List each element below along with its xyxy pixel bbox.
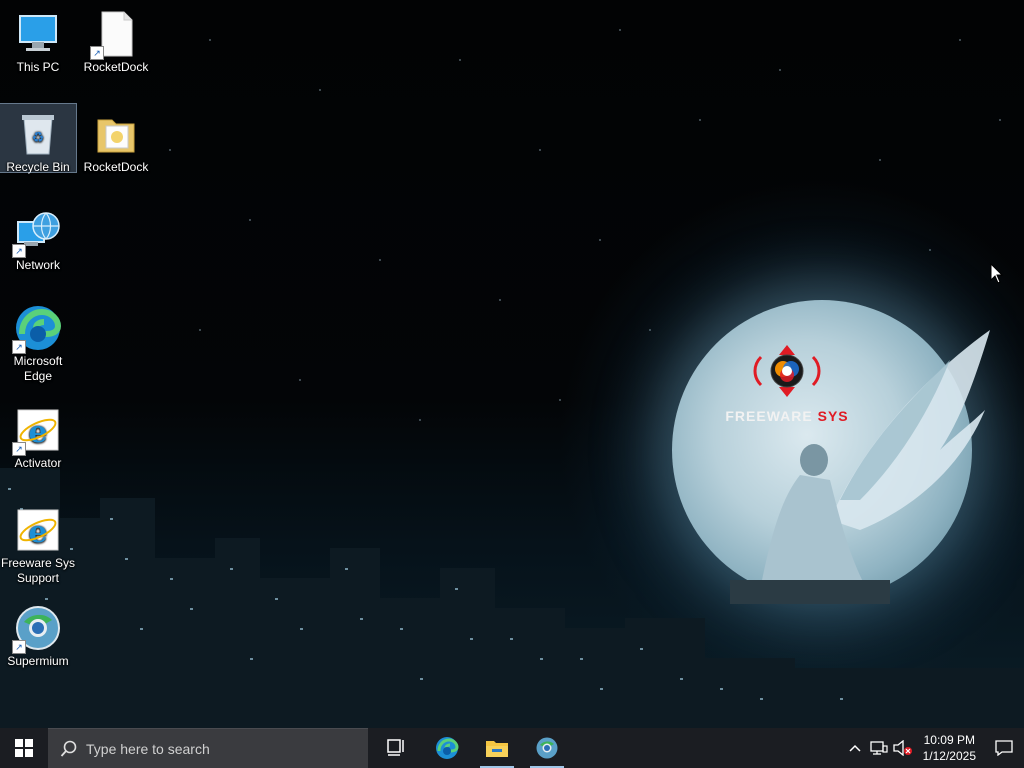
svg-text:♻: ♻ [32,130,45,146]
taskbar-clock[interactable]: 10:09 PM 1/12/2025 [915,732,984,764]
shortcut-arrow-icon: ↗ [12,442,26,456]
shortcut-arrow-icon: ↗ [90,46,104,60]
desktop-icon-this-pc[interactable]: This PC [0,4,76,75]
shortcut-arrow-icon: ↗ [12,640,26,654]
chevron-up-icon [849,744,861,752]
taskbar-supermium-button[interactable] [522,728,572,768]
desktop-icon-label: Freeware Sys Support [0,556,76,585]
task-view-icon [387,739,404,756]
blank-document-icon: ↗ [90,10,140,60]
desktop-icon-activator[interactable]: e ↗ Activator [0,400,76,471]
desktop-icon-recycle-bin[interactable]: ♻ Recycle Bin [0,103,77,174]
folder-with-document-icon [92,110,140,158]
search-icon [60,740,77,757]
desktop-icon-label: Activator [14,456,62,470]
task-view-button[interactable] [372,728,422,768]
volume-muted-icon [892,740,912,756]
desktop-icon-label: This PC [16,60,60,74]
notification-icon [995,740,1013,756]
mouse-cursor-icon [990,263,1004,284]
brand-word-sys: SYS [817,408,849,424]
system-tray: 10:09 PM 1/12/2025 [843,728,1024,768]
taskbar-file-explorer-button[interactable] [472,728,522,768]
taskbar: Type here to search 10:09 PM 1/12/2025 [0,728,1024,768]
freeware-sys-emblem-icon [753,345,821,397]
supermium-icon [536,737,558,759]
desktop-icon-rocketdock-2[interactable]: RocketDock [78,104,154,175]
windows-logo-icon [15,739,33,757]
desktop-icon-freeware-sys-support[interactable]: e Freeware Sys Support [0,500,76,586]
brand-wordmark: FREEWARE SYS [712,408,862,424]
brand-word-freeware: FREEWARE [725,408,813,424]
desktop-icon-label: Microsoft Edge [13,354,63,383]
this-pc-icon [14,10,62,58]
show-hidden-icons-button[interactable] [843,728,867,768]
supermium-icon: ↗ [12,604,62,654]
file-explorer-icon [486,741,508,757]
network-icon: ↗ [12,208,62,258]
desktop-icon-label: Recycle Bin [6,160,70,174]
start-button[interactable] [0,728,48,768]
desktop-icon-label: RocketDock [83,60,149,74]
freeware-sys-logo: FREEWARE SYS [712,343,862,424]
desktop-icon-supermium[interactable]: ↗ Supermium [0,598,76,669]
desktop-icon-rocketdock-1[interactable]: ↗ RocketDock [78,4,154,75]
desktop-icon-network[interactable]: ↗ Network [0,202,76,273]
shortcut-arrow-icon: ↗ [12,244,26,258]
clock-date: 1/12/2025 [922,749,976,763]
internet-explorer-icon: e [14,506,62,554]
internet-explorer-icon: e ↗ [12,406,62,456]
edge-icon: ↗ [12,304,62,354]
shortcut-arrow-icon: ↗ [12,340,26,354]
desktop-icon-label: Supermium [7,654,69,668]
city-skyline [0,468,1024,728]
network-status-button[interactable] [867,728,891,768]
recycle-bin-icon: ♻ [14,110,62,158]
desktop-icon-label: Network [15,258,60,272]
desktop-icon-label: RocketDock [83,160,149,174]
edge-icon [436,737,459,759]
clock-time: 10:09 PM [923,733,975,747]
search-placeholder: Type here to search [86,740,210,757]
action-center-button[interactable] [984,728,1024,768]
taskbar-edge-button[interactable] [422,728,472,768]
taskbar-search-box[interactable]: Type here to search [48,728,368,768]
network-icon [869,741,888,755]
desktop-icon-microsoft-edge[interactable]: ↗ Microsoft Edge [0,298,76,384]
volume-button[interactable] [891,728,915,768]
